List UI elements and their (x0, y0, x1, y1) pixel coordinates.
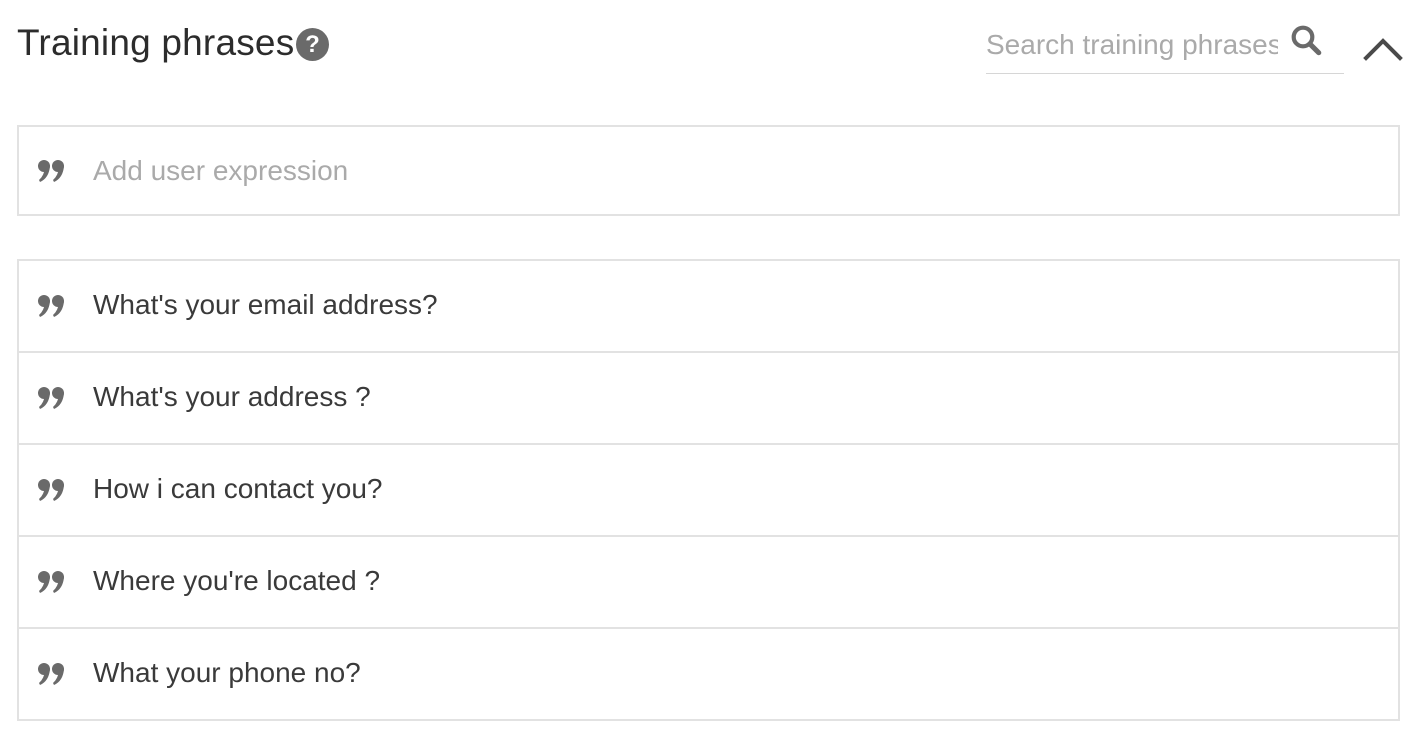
training-phrase-text[interactable]: What's your email address? (93, 287, 438, 323)
add-user-expression-input[interactable] (93, 151, 1373, 191)
training-phrases-panel: Training phrases ? Search training phras… (0, 0, 1428, 744)
training-phrase-row[interactable]: What's your email address? (19, 261, 1398, 353)
quote-icon (38, 160, 64, 182)
training-phrase-text[interactable]: What's your address ? (93, 379, 371, 415)
training-phrase-text[interactable]: How i can contact you? (93, 471, 383, 507)
quote-icon (38, 479, 64, 501)
quote-icon (38, 663, 64, 685)
help-icon[interactable]: ? (296, 28, 329, 61)
search-icon[interactable] (1288, 22, 1324, 58)
chevron-up-icon[interactable] (1362, 28, 1404, 68)
quote-icon (38, 571, 64, 593)
training-phrase-text[interactable]: Where you're located ? (93, 563, 380, 599)
training-phrase-text[interactable]: What your phone no? (93, 655, 361, 691)
training-phrase-row[interactable]: What your phone no? (19, 629, 1398, 721)
search-field (986, 14, 1344, 74)
add-expression-row[interactable] (17, 125, 1400, 216)
training-phrase-row[interactable]: Where you're located ? (19, 537, 1398, 629)
quote-icon (38, 387, 64, 409)
search-input[interactable] (986, 26, 1278, 64)
quote-icon (38, 295, 64, 317)
page-title: Training phrases (17, 22, 295, 63)
training-phrase-row[interactable]: What's your address ? (19, 353, 1398, 445)
training-phrase-row[interactable]: How i can contact you? (19, 445, 1398, 537)
training-phrase-list: What's your email address? What's your a… (17, 259, 1400, 721)
panel-header: Training phrases ? (0, 0, 1428, 90)
